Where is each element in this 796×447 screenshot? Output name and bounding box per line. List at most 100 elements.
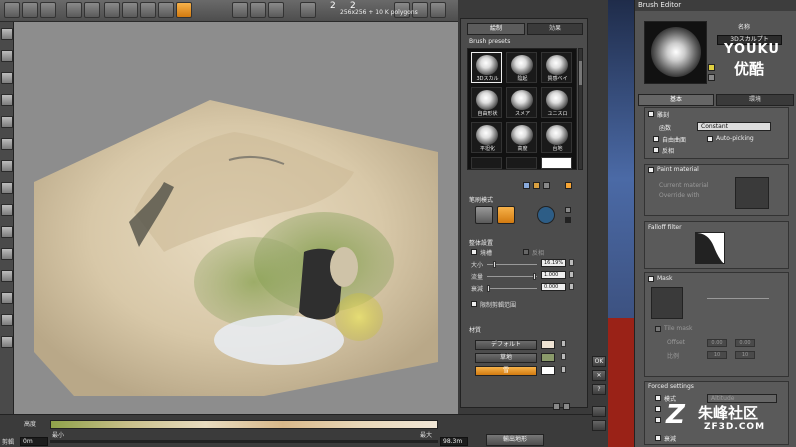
sculpt-tool-icon[interactable] [1,226,13,238]
sculpt-tool-icon[interactable] [1,28,13,40]
lock-icon[interactable] [561,366,566,373]
forced-option-checkbox[interactable] [655,406,661,412]
offset-y-field[interactable]: 0.00 [735,339,755,347]
forced-option-checkbox[interactable] [655,417,661,423]
symmetry-checkbox[interactable] [471,249,477,255]
close-button[interactable]: ✕ [592,370,606,381]
mask-thumbnail[interactable] [651,287,683,319]
carve-checkbox[interactable] [648,111,654,117]
tool-icon[interactable] [104,2,120,18]
tool-icon[interactable] [158,2,174,18]
falloff-value[interactable]: 0.000 [541,283,566,291]
stroke-mode-button[interactable] [475,206,493,224]
lock-icon[interactable] [569,271,574,278]
help-button[interactable]: ? [592,384,606,395]
tool-icon[interactable] [4,2,20,18]
material-default-button[interactable]: デフォルト [475,340,537,350]
min-value-field[interactable]: 0m [20,437,48,446]
page-icon[interactable] [592,406,606,417]
sculpt-tool-icon[interactable] [1,50,13,62]
size-slider-knob[interactable] [493,261,496,268]
free-curve-checkbox[interactable] [653,136,659,142]
preset-item[interactable]: 平坦化 [471,122,502,153]
sculpt-tool-icon[interactable] [1,160,13,172]
limit-checkbox[interactable] [471,301,477,307]
material-thumbnail[interactable] [735,177,769,209]
sculpt-tool-icon[interactable] [1,248,13,260]
preset-item[interactable] [471,157,502,169]
forced-falloff-checkbox[interactable] [655,435,661,441]
preset-item[interactable]: 3Dスカル [471,52,502,83]
tool-icon[interactable] [122,2,138,18]
tool-icon[interactable] [268,2,284,18]
flow-slider[interactable] [487,276,537,277]
tab-environment[interactable]: 環境 [716,94,794,106]
flow-slider-knob[interactable] [533,273,536,280]
sculpt-tool-icon[interactable] [1,138,13,150]
tool-icon[interactable] [300,2,316,18]
tile-mask-checkbox[interactable] [655,326,661,332]
preset-item[interactable] [541,157,572,169]
page-icon[interactable] [592,420,606,431]
offset-x-field[interactable]: 0.00 [707,339,727,347]
flow-value[interactable]: 1.000 [541,271,566,279]
tool-icon[interactable] [140,2,156,18]
sculpt-tool-icon[interactable] [1,336,13,348]
record-icon[interactable] [565,217,571,223]
presets-scrollbar[interactable] [578,48,583,170]
airbrush-mode-button[interactable] [537,206,555,224]
star-icon[interactable] [708,64,715,71]
tab-paint[interactable]: 絵制 [467,23,525,35]
stroke-mode-button[interactable] [497,206,515,224]
tool-icon[interactable] [232,2,248,18]
tab-basic[interactable]: 基本 [638,94,714,106]
tab-effect[interactable]: 効果 [527,23,583,35]
sculpt-tool-icon[interactable] [1,72,13,84]
preview-option-icon[interactable] [708,74,715,81]
tool-icon[interactable] [84,2,100,18]
preset-item[interactable]: 台地 [541,122,572,153]
sculpt-tool-icon[interactable] [1,182,13,194]
tool-icon[interactable] [66,2,82,18]
func-select[interactable]: Constant [697,122,771,131]
subdivision-number[interactable]: 2 [330,1,336,11]
material-swatch[interactable] [541,340,555,349]
mask-checkbox[interactable] [648,276,654,282]
tool-icon[interactable] [430,2,446,18]
trim-slider[interactable] [50,440,438,443]
edit-brush-icon[interactable] [565,182,572,189]
invert-checkbox[interactable] [653,147,659,153]
save-icon[interactable] [543,182,550,189]
folder-icon[interactable] [533,182,540,189]
material-snow-button[interactable]: 雪 [475,366,537,376]
sculpt-tool-icon[interactable] [1,314,13,326]
current-material-option[interactable]: Current material [659,182,709,189]
lock-icon[interactable] [565,207,571,213]
tool-icon[interactable] [250,2,266,18]
autopick-checkbox[interactable] [707,136,713,142]
forced-mode-checkbox[interactable] [655,395,661,401]
preset-item[interactable]: 陰起 [506,52,537,83]
material-settings-icon[interactable] [553,403,560,410]
new-preset-icon[interactable] [523,182,530,189]
preset-item[interactable]: 自由形状 [471,87,502,118]
ok-button[interactable]: OK [592,356,606,367]
override-with-option[interactable]: Override with [659,192,700,199]
tool-icon[interactable] [40,2,56,18]
falloff-slider-knob[interactable] [487,285,490,292]
active-tool-icon[interactable] [176,2,192,18]
sculpt-tool-icon[interactable] [1,292,13,304]
material-swatch[interactable] [541,366,555,375]
preset-item[interactable]: スメア [506,87,537,118]
lock-icon[interactable] [569,259,574,266]
max-value-field[interactable]: 98.3m [440,437,468,446]
rotate-checkbox[interactable] [523,249,529,255]
falloff-curve[interactable] [695,232,725,264]
falloff-slider[interactable] [487,288,537,289]
size-value[interactable]: 16.19% [541,259,566,267]
lock-icon[interactable] [561,340,566,347]
material-grass-button[interactable]: 草地 [475,353,537,363]
export-terrain-button[interactable]: 輸出地形 [486,434,544,446]
sculpt-tool-icon[interactable] [1,270,13,282]
mask-slider[interactable] [707,298,769,299]
